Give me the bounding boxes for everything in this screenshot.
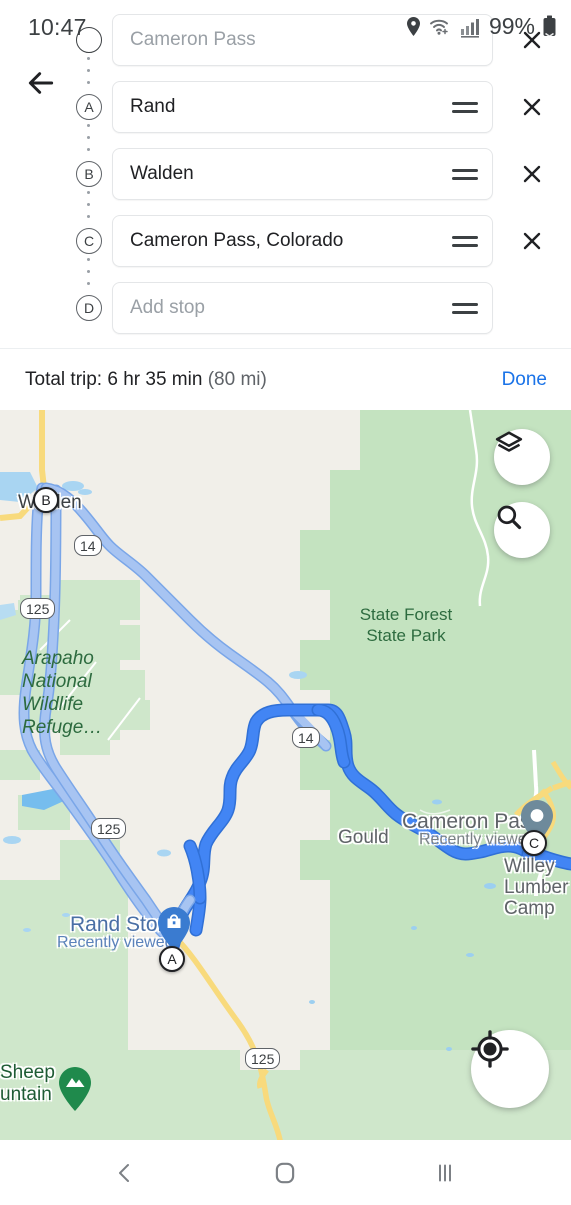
highway-shield-125-mid: 125 — [91, 818, 127, 839]
total-trip-text: Total trip: 6 hr 35 min (80 mi) — [25, 369, 267, 391]
stop-field-c[interactable]: Cameron Pass, Colorado — [112, 215, 493, 267]
route-stops-panel: Cameron Pass A Rand B Walden C Cameron P… — [0, 0, 571, 355]
recents-icon — [439, 1164, 451, 1182]
search-icon — [497, 505, 522, 530]
stop-row-a: A Rand — [0, 79, 571, 135]
stop-row-d: D Add stop — [0, 280, 571, 336]
stop-field-d[interactable]: Add stop — [112, 282, 493, 334]
total-trip-distance: (80 mi) — [207, 368, 267, 390]
highway-shield-14-mid: 14 — [292, 727, 320, 748]
done-button[interactable]: Done — [502, 369, 547, 391]
stop-input-c[interactable]: Cameron Pass, Colorado — [130, 230, 452, 252]
stop-input-origin[interactable]: Cameron Pass — [130, 29, 478, 51]
layers-icon — [495, 431, 523, 452]
home-icon — [275, 1162, 295, 1184]
stop-input-b[interactable]: Walden — [130, 163, 452, 185]
drag-handle-d[interactable] — [452, 299, 478, 317]
highway-shield-125-north: 125 — [20, 598, 56, 619]
sheep-mountain-pin-icon[interactable] — [56, 1065, 94, 1113]
drag-handle-c[interactable] — [452, 232, 478, 250]
stop-marker-d: D — [76, 295, 102, 321]
stop-field-b[interactable]: Walden — [112, 148, 493, 200]
highway-shield-14-north: 14 — [74, 535, 102, 556]
stop-input-a[interactable]: Rand — [130, 96, 452, 118]
stop-marker-origin — [76, 27, 102, 53]
stop-row-b: B Walden — [0, 146, 571, 202]
clear-stop-c-button[interactable] — [512, 221, 552, 261]
stop-row-c: C Cameron Pass, Colorado — [0, 213, 571, 269]
map-waypoint-c[interactable]: C — [521, 830, 547, 856]
android-home-button[interactable] — [250, 1145, 320, 1201]
map-layers-button[interactable] — [494, 429, 550, 485]
drag-handle-a[interactable] — [452, 98, 478, 116]
clear-stop-b-button[interactable] — [512, 154, 552, 194]
close-icon — [523, 165, 541, 183]
drag-handle-b[interactable] — [452, 165, 478, 183]
stop-row-origin: Cameron Pass — [0, 12, 571, 68]
my-location-button[interactable] — [471, 1030, 549, 1108]
close-icon — [523, 31, 541, 49]
android-nav-bar — [0, 1140, 571, 1205]
total-trip-duration: Total trip: 6 hr 35 min — [25, 368, 203, 390]
highway-shield-125-south: 125 — [245, 1048, 281, 1069]
map-canvas[interactable]: Walden State Forest State Park Arapaho N… — [0, 410, 571, 1140]
close-icon — [523, 98, 541, 116]
stop-marker-b: B — [76, 161, 102, 187]
map-search-button[interactable] — [494, 502, 550, 558]
stop-field-a[interactable]: Rand — [112, 81, 493, 133]
stop-marker-a: A — [76, 94, 102, 120]
trip-summary-bar: Total trip: 6 hr 35 min (80 mi) Done — [0, 348, 571, 410]
stop-marker-c: C — [76, 228, 102, 254]
stop-field-origin[interactable]: Cameron Pass — [112, 14, 493, 66]
map-waypoint-b[interactable]: B — [33, 487, 59, 513]
android-recents-button[interactable] — [410, 1145, 480, 1201]
map-waypoint-a[interactable]: A — [159, 946, 185, 972]
my-location-icon — [471, 1030, 509, 1068]
maps-route-editor-screen: Walden State Forest State Park Arapaho N… — [0, 0, 571, 1205]
close-icon — [523, 232, 541, 250]
add-stop-input[interactable]: Add stop — [130, 297, 452, 319]
android-back-button[interactable] — [90, 1145, 160, 1201]
clear-stop-origin-button[interactable] — [512, 20, 552, 60]
clear-stop-a-button[interactable] — [512, 87, 552, 127]
back-icon — [119, 1164, 129, 1182]
